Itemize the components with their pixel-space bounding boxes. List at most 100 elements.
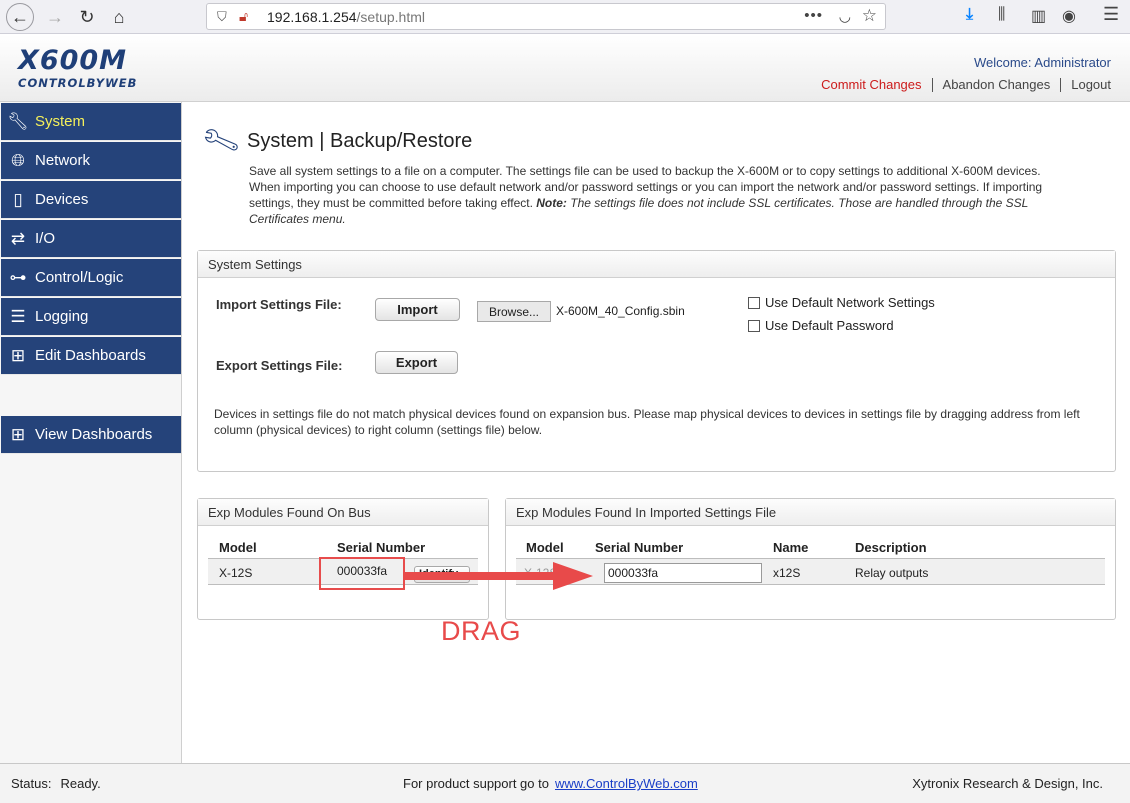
use-default-password-checkbox[interactable]: Use Default Password — [748, 318, 894, 333]
sidebar-item-label: Network — [35, 152, 91, 169]
checkbox-label: Use Default Network Settings — [765, 295, 935, 310]
status-bar: Status: Ready. For product support go to w… — [0, 763, 1130, 803]
sidebar-item-label: Devices — [35, 191, 89, 208]
back-arrow-icon[interactable]: ← — [6, 3, 34, 31]
checkbox-label: Use Default Password — [765, 318, 894, 333]
device-icon: ▯ — [13, 189, 23, 209]
app-header: X600M CONTROLBYWEB Welcome: Administrato… — [0, 35, 1130, 102]
use-default-network-checkbox[interactable]: Use Default Network Settings — [748, 295, 935, 310]
cell-name: x12S — [773, 566, 801, 580]
checkbox-box[interactable] — [748, 319, 760, 332]
company-name: Xytronix Research & Design, Inc. — [912, 776, 1103, 791]
log-icon: ☰ — [10, 306, 26, 326]
sidebar-item-label: View Dashboards — [35, 426, 153, 443]
logo: X600M CONTROLBYWEB — [18, 45, 138, 91]
reload-icon[interactable]: ↻ — [74, 4, 100, 30]
col-description: Description — [855, 540, 927, 555]
sidebar: 🔧︎ System 🌐︎ Network ▯ Devices ⇄ I/O ⊶ Contro… — [0, 102, 182, 763]
logo-sub: CONTROLBYWEB — [18, 76, 138, 90]
abandon-changes-link[interactable]: Abandon Changes — [943, 77, 1051, 92]
bookmark-star-icon[interactable]: ☆ — [862, 6, 877, 26]
separator — [1060, 77, 1062, 92]
browser-toolbar: ← → ↻ ⌂ ⛉ 🔓︎ 192.168.1.254/setup.html ••… — [0, 0, 1130, 34]
col-model: Model — [219, 540, 257, 555]
page-title: System | Backup/Restore — [247, 130, 473, 152]
sidebar-item-label: System — [35, 113, 86, 130]
cell-model: X-12S — [219, 566, 253, 580]
forward-arrow-icon[interactable]: → — [42, 4, 68, 30]
logout-link[interactable]: Logout — [1071, 77, 1111, 92]
selected-file-name: X-600M_40_Config.sbin — [556, 304, 685, 318]
url-host: 192.168.1.254 — [267, 9, 357, 25]
sidebar-item-system[interactable]: 🔧︎ System — [1, 103, 181, 141]
col-name: Name — [773, 540, 809, 555]
system-settings-panel: System Settings Import Settings File: Im… — [197, 250, 1116, 472]
export-label: Export Settings File: — [216, 358, 343, 373]
sidebar-item-devices[interactable]: ▯ Devices — [1, 181, 181, 219]
logic-icon: ⊶ — [9, 267, 27, 287]
logo-main: X600M — [18, 45, 128, 76]
panel-header: Exp Modules Found On Bus — [198, 499, 488, 526]
hamburger-menu-icon[interactable]: ☰ — [1103, 4, 1119, 25]
library-icon[interactable]: ⫼ — [998, 6, 1005, 24]
dashboard-icon: ⊞ — [10, 424, 26, 444]
drag-annotation: DRAG — [441, 616, 522, 646]
url-text[interactable]: 192.168.1.254/setup.html — [267, 9, 425, 25]
wrench-icon: 🔧︎ — [7, 111, 29, 131]
page-description: Save all system settings to a file on a … — [249, 163, 1069, 227]
col-serial: Serial Number — [595, 540, 684, 555]
highlight-box — [319, 557, 405, 590]
separator — [931, 77, 933, 92]
home-icon[interactable]: ⌂ — [106, 4, 132, 30]
cell-description: Relay outputs — [855, 566, 929, 580]
sidebar-icon[interactable]: ▥ — [1031, 6, 1046, 26]
col-serial: Serial Number — [337, 540, 426, 555]
io-arrows-icon: ⇄ — [10, 228, 26, 248]
url-bar[interactable]: ⛉ 🔓︎ 192.168.1.254/setup.html ••• ◡ ☆ — [206, 3, 886, 30]
welcome-text: Welcome: Administrator — [973, 55, 1111, 70]
panel-header: System Settings — [198, 251, 1115, 278]
shield-icon: ⛉ — [217, 9, 227, 24]
account-icon[interactable]: ◉ — [1062, 6, 1076, 26]
sidebar-item-label: Logging — [35, 308, 89, 325]
desc-note-label: Note: — [536, 196, 567, 210]
serial-drop-input[interactable]: 000033fa — [604, 563, 762, 583]
globe-icon: 🌐︎ — [11, 150, 25, 170]
support-label: For product support go to — [403, 776, 549, 791]
status-value: Ready. — [60, 776, 101, 791]
status-label: Status: — [11, 776, 52, 791]
wrench-icon: 🔧︎ — [198, 119, 243, 162]
pocket-icon[interactable]: ◡ — [839, 8, 851, 25]
file-modules-panel: Exp Modules Found In Imported Settings F… — [505, 498, 1116, 620]
panel-header: Exp Modules Found In Imported Settings F… — [506, 499, 1115, 526]
col-model: Model — [526, 540, 564, 555]
sidebar-item-control-logic[interactable]: ⊶ Control/Logic — [1, 259, 181, 297]
sidebar-item-network[interactable]: 🌐︎ Network — [1, 142, 181, 180]
sidebar-item-edit-dashboards[interactable]: ⊞ Edit Dashboards — [1, 337, 181, 375]
sidebar-item-label: Control/Logic — [35, 269, 124, 286]
mismatch-note: Devices in settings file do not match ph… — [214, 407, 1080, 437]
drag-arrow-icon — [403, 562, 593, 590]
page-actions-icon[interactable]: ••• — [804, 7, 823, 24]
commit-changes-link[interactable]: Commit Changes — [821, 77, 921, 92]
sidebar-item-label: Edit Dashboards — [35, 347, 146, 364]
sidebar-item-io[interactable]: ⇄ I/O — [1, 220, 181, 258]
browse-button[interactable]: Browse... — [477, 301, 551, 322]
sidebar-item-view-dashboards[interactable]: ⊞ View Dashboards — [1, 416, 181, 454]
url-path: /setup.html — [356, 9, 426, 25]
import-button[interactable]: Import — [375, 298, 460, 321]
export-button[interactable]: Export — [375, 351, 458, 374]
insecure-lock-icon[interactable]: 🔓︎ — [239, 8, 248, 25]
support-text: For product support go to www.ControlByWe… — [403, 776, 698, 791]
main-content: 🔧︎ System | Backup/Restore Save all syst… — [183, 102, 1130, 763]
checkbox-box[interactable] — [748, 296, 760, 309]
sidebar-item-logging[interactable]: ☰ Logging — [1, 298, 181, 336]
status-text: Status: Ready. — [11, 776, 101, 791]
sidebar-item-label: I/O — [35, 230, 56, 247]
dashboard-icon: ⊞ — [10, 345, 26, 365]
download-icon[interactable]: ⤓ — [966, 6, 973, 24]
header-links: Commit Changes Abandon Changes Logout — [821, 77, 1111, 92]
import-label: Import Settings File: — [216, 297, 342, 312]
support-link[interactable]: www.ControlByWeb.com — [555, 776, 698, 791]
table-row: X-12S 000033fa x12S Relay outputs — [516, 558, 1105, 585]
